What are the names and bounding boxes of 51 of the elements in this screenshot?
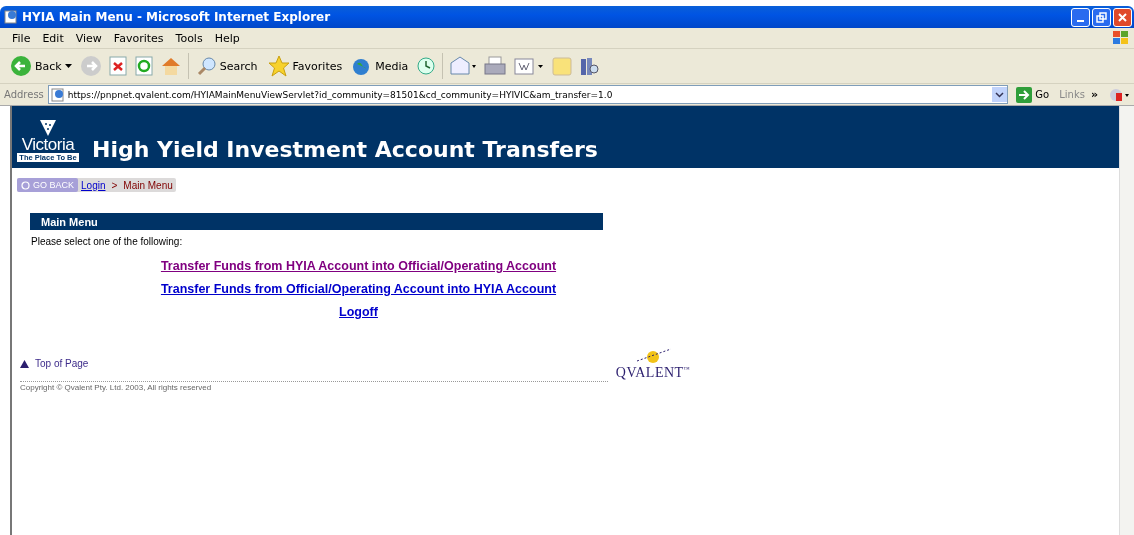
page-icon [4, 10, 18, 24]
panel-header: Main Menu [30, 213, 603, 230]
address-label: Address [4, 89, 44, 100]
menu-link[interactable]: Transfer Funds from HYIA Account into Official/Operating Account [160, 259, 557, 273]
print-icon[interactable] [483, 55, 508, 77]
star-icon [267, 55, 290, 77]
menu-item[interactable]: Tools [169, 31, 209, 45]
history-icon[interactable] [416, 56, 437, 76]
logo-name: Victoria [21, 136, 75, 153]
minimize-button[interactable] [1071, 7, 1090, 27]
restore-icon [1096, 11, 1107, 23]
windows-flag-icon [1112, 30, 1130, 46]
back-circle-icon [21, 180, 30, 190]
back-button[interactable]: Back [8, 55, 74, 77]
breadcrumb-link[interactable]: Login [78, 179, 109, 191]
search-icon [196, 56, 217, 76]
banner-title: High Yield Investment Account Transfers [92, 138, 598, 162]
caret-icon [64, 64, 72, 68]
breadcrumb-text: Main Menu [122, 179, 174, 191]
books-icon[interactable] [579, 55, 602, 77]
copyright-text: Copyright © Qvalent Pty. Ltd. 2003, All rights reserved [20, 381, 608, 392]
menu-link[interactable]: Transfer Funds from Official/Operating Account into HYIA Account [160, 282, 557, 296]
stop-icon[interactable] [107, 55, 128, 77]
brand-name: QVALENT$^{™}$ [615, 365, 690, 381]
page-icon [50, 87, 65, 102]
close-icon [1117, 11, 1128, 23]
close-button[interactable] [1113, 7, 1132, 27]
menu-item[interactable]: Edit [36, 31, 70, 45]
restore-button[interactable] [1092, 7, 1111, 27]
prompt-text: Please select one of the following: [31, 236, 184, 247]
edit-icon[interactable] [513, 55, 546, 77]
up-triangle-icon [20, 359, 29, 368]
minimize-icon [1077, 20, 1084, 22]
menu-item[interactable]: View [69, 31, 108, 45]
top-of-page-link[interactable]: Top of Page [20, 358, 89, 369]
menu-link[interactable]: Logoff [339, 305, 378, 319]
menu-item[interactable]: Favorites [107, 31, 170, 45]
links-chevron[interactable]: » [1090, 88, 1104, 101]
menu-item[interactable]: File [6, 31, 37, 45]
favorites-button[interactable]: Favorites [265, 55, 345, 77]
address-field[interactable]: https://pnpnet.qvalent.com/HYIAMainMenuViewServlet?id_community=81501&cd_community=HYIVIC&am_transfer=1.0 [47, 85, 1009, 104]
search-button[interactable]: Search [194, 56, 260, 76]
go-button[interactable]: Go [1012, 86, 1054, 103]
refresh-icon[interactable] [133, 55, 154, 77]
breadcrumb-text: > [110, 179, 119, 191]
go-arrow-icon [1016, 86, 1033, 103]
menu-item[interactable]: Help [208, 31, 246, 45]
pdf-icon[interactable] [1108, 86, 1130, 103]
triangle-logo-icon [38, 120, 58, 136]
window-title: HYIA Main Menu - Microsoft Internet Explorer [22, 10, 332, 24]
media-button[interactable]: Media [350, 56, 411, 76]
